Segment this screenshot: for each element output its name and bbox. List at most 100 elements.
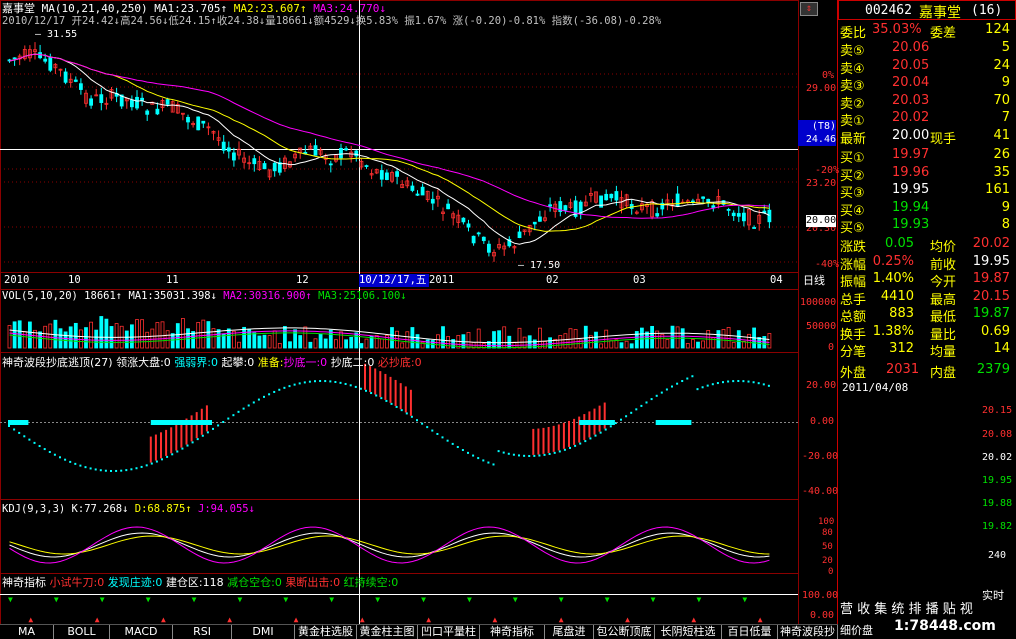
volume-bar (354, 332, 359, 349)
sq-dot (456, 446, 459, 449)
sq-dot (293, 383, 296, 386)
panel-frame (0, 0, 799, 273)
volume-bar (124, 330, 129, 349)
min-axis-5: 19.88 (982, 498, 1013, 509)
restore-icon[interactable]: ⇕ (800, 2, 818, 16)
volume-bar (563, 333, 568, 349)
sq-dot (303, 381, 306, 384)
indicator-tab[interactable]: 黄金柱选股 (295, 625, 357, 639)
shen-green-arrow: ▼ (54, 595, 59, 604)
volume-bar (308, 341, 313, 349)
sq-dot (625, 415, 628, 418)
candle-body (354, 150, 359, 157)
shen-green-arrow: ▼ (651, 595, 656, 604)
candle-body (476, 232, 481, 235)
candle-body (731, 212, 736, 217)
indicator-tab[interactable]: RSI (173, 625, 232, 639)
bid-row: 买⑤ 19.93 8 (840, 217, 1010, 236)
ask-row: 卖④ 20.05 24 (840, 57, 1010, 77)
candle-body (364, 165, 369, 167)
chart-title: 嘉事堂 MA(10,21,40,250) MA1:23.705↑ MA2:23.… (2, 2, 387, 15)
candle-body (538, 216, 542, 222)
sq-dot (533, 454, 536, 457)
sq-dot (681, 380, 684, 383)
chart-canvas[interactable]: ▼ ▼ ▼ ▼ ▼ ▼ ▼ ▼ ▼ ▼ ▼ ▼ ▼ ▼ ▼ ▼ ▼ ▲ ▲ ▲ ▲ ▲ ▲ ▲ ▲ ▲ ▲ ▲ ▲ (0, 0, 838, 624)
shen-green-arrow: ▼ (605, 595, 610, 604)
volume-bar (543, 341, 547, 349)
stock-name: 嘉事堂 (919, 5, 961, 21)
sq-dot (767, 384, 770, 387)
indicator-tab[interactable]: 神奇指标 (480, 625, 545, 639)
volume-bar (323, 338, 328, 349)
sq-dot (365, 389, 367, 392)
volume-bar (767, 333, 772, 349)
volume-bar (170, 333, 175, 349)
function-buttons[interactable]: 营 收 集 统 排 播 贴 视 (840, 603, 973, 616)
candle-body (313, 145, 318, 156)
indicator-tab[interactable]: 长阴短柱选 (655, 625, 722, 639)
volume-bar (726, 327, 731, 349)
volume-bar (303, 326, 308, 349)
shen-red-arrow: ▲ (493, 615, 498, 624)
sq-dot (278, 388, 281, 391)
sq-dot (196, 438, 199, 441)
volume-bar (252, 332, 257, 349)
indicator-tab[interactable]: 尾盘进 (545, 625, 594, 639)
shen-red-arrow: ▲ (28, 615, 33, 624)
volume-bar (619, 342, 624, 349)
candle-body (186, 116, 190, 123)
sq-dot (635, 408, 638, 411)
volume-bar (277, 342, 282, 349)
volume-bar (231, 330, 236, 349)
candle-body (89, 98, 93, 106)
indicator-tab[interactable]: MACD (110, 625, 173, 639)
realtime-button[interactable]: 实时 (982, 589, 1004, 602)
stock-code: 002462 (865, 3, 912, 18)
shen-green-arrow: ▼ (238, 595, 243, 604)
shen-red-arrow: ▲ (360, 615, 365, 624)
volume-bar (160, 321, 165, 349)
indicator-tab[interactable]: 包公断顶底 (594, 625, 655, 639)
indicator-tab-bar: MA BOLL MACD RSI DMI 黄金柱选股 黄金柱主图 凹口平量柱 神奇指标 尾盘进 包公… (0, 624, 838, 639)
candle-body (471, 235, 476, 244)
sq-dot (319, 380, 322, 383)
candle-body (339, 148, 343, 159)
detail-tabs[interactable]: 细价盘 (840, 624, 873, 637)
indicator-tab[interactable]: DMI (232, 625, 295, 639)
candle-body (481, 236, 486, 242)
waipan-row: 外盘 2031 内盘 2379 (840, 362, 1010, 381)
sq-dot (242, 407, 245, 410)
indicator-tab[interactable]: 百日低量 (722, 625, 778, 639)
sq-dot (431, 429, 434, 432)
volume-bar (135, 319, 139, 349)
candle-body (548, 204, 552, 207)
vol-axis-2: 50000 (806, 321, 837, 332)
volume-bar (282, 326, 287, 349)
indicator-tab[interactable]: MA (0, 625, 54, 639)
volume-bar (599, 343, 603, 349)
volume-bar (12, 321, 17, 349)
sq-dot (370, 392, 373, 395)
indicator-tab[interactable]: 凹口平量柱 (418, 625, 480, 639)
period-label[interactable]: 日线 (803, 274, 825, 287)
indicator-tab[interactable]: BOLL (54, 625, 110, 639)
candle-body (706, 198, 711, 203)
sq-dot (461, 449, 464, 452)
volume-bar (155, 322, 160, 349)
indicator-tab[interactable]: 黄金柱主图 (357, 625, 418, 639)
kdj-j-line (9, 526, 770, 564)
volume-bar (364, 338, 369, 349)
kdj-d-line (9, 535, 770, 555)
sq-dot (410, 415, 413, 418)
low-label: — 17.50 (518, 260, 561, 271)
volume-bar (196, 322, 201, 349)
sq-dot (186, 444, 189, 447)
min-axis-4: 19.95 (982, 475, 1013, 486)
sq-dot (324, 380, 327, 383)
candle-body (430, 198, 435, 204)
indicator-tab[interactable]: 神奇波段抄 (778, 625, 838, 639)
vol-title: VOL(5,10,20) 18661↑ MA1:35031.398↓ MA2:3… (2, 290, 407, 302)
sq-dot (288, 385, 291, 388)
candle-body (517, 231, 522, 238)
sq-dot (48, 450, 51, 453)
